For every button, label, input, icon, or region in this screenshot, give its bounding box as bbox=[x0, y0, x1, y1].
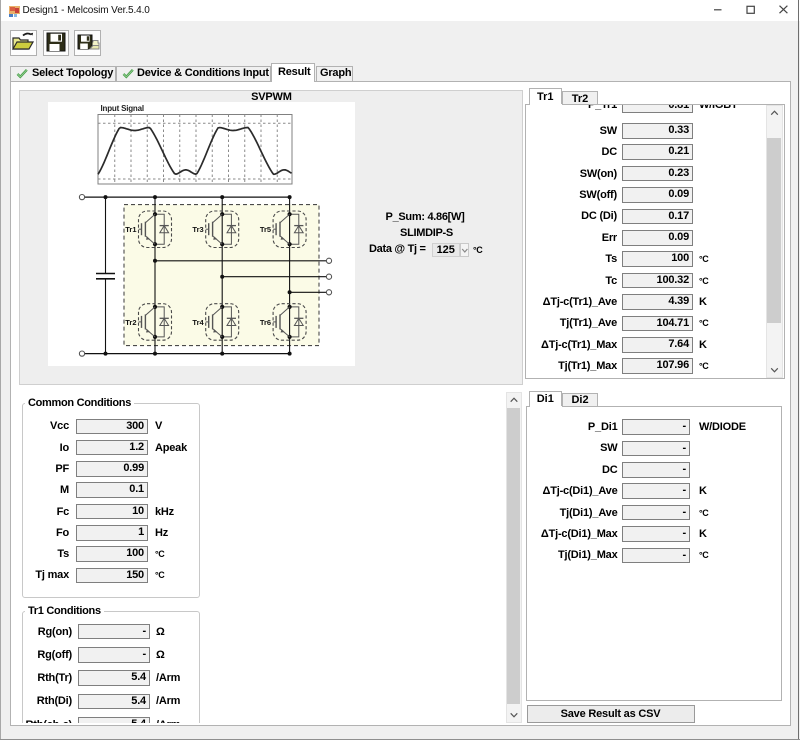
svg-text:Tr2: Tr2 bbox=[125, 318, 136, 327]
svg-text:Tr5: Tr5 bbox=[260, 225, 271, 234]
svg-text:Tr3: Tr3 bbox=[192, 225, 203, 234]
svg-text:Tr6: Tr6 bbox=[260, 318, 271, 327]
svg-text:Tr1: Tr1 bbox=[125, 225, 136, 234]
svg-text:Tr4: Tr4 bbox=[192, 318, 204, 327]
